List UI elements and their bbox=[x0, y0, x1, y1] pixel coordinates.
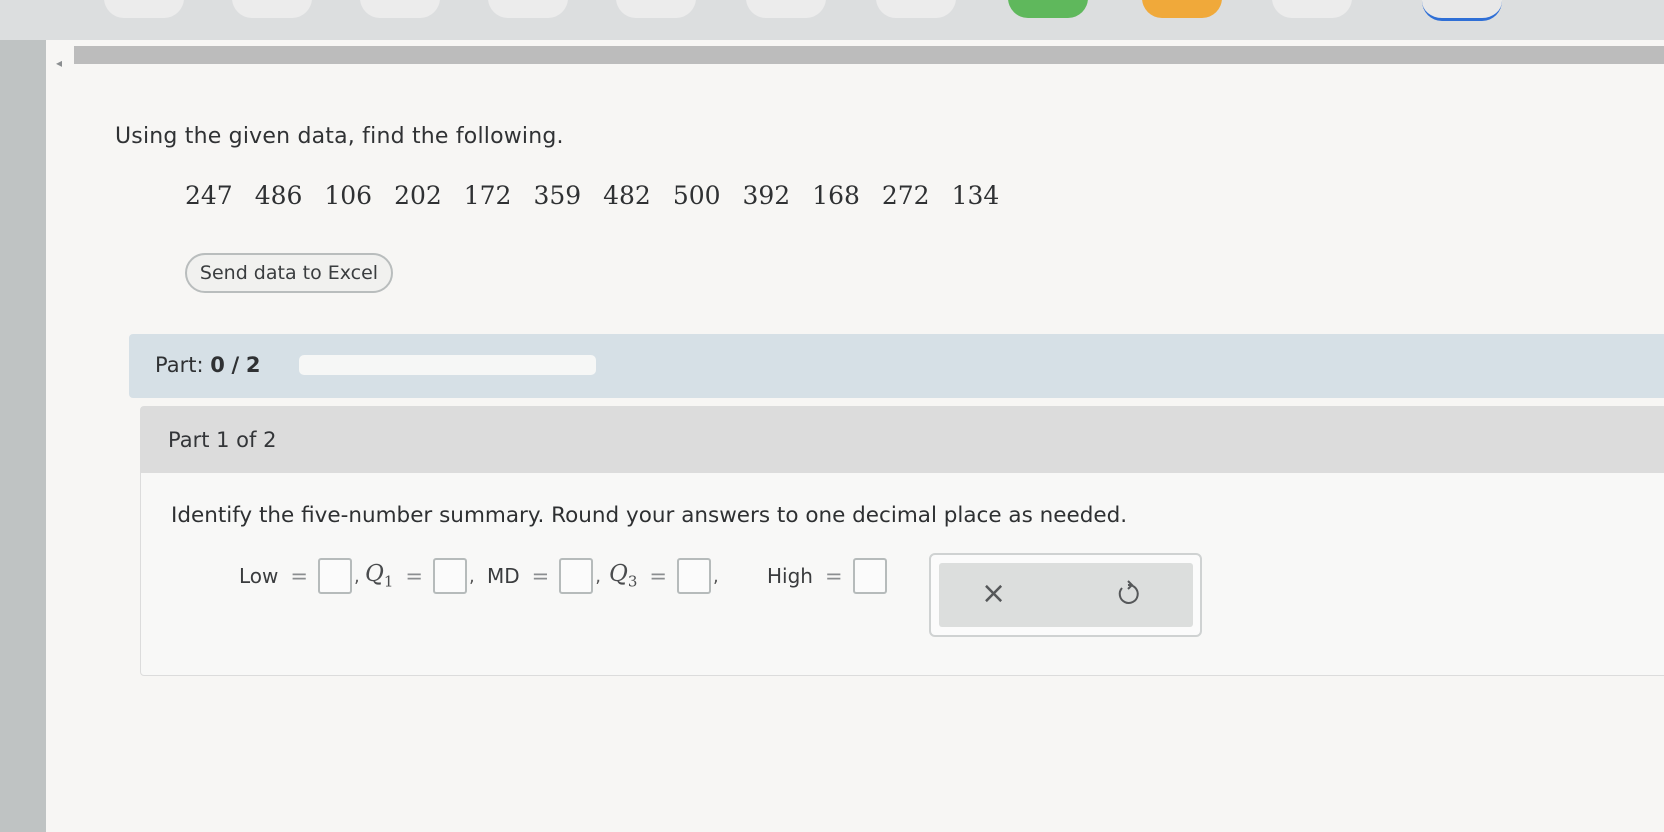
top-tab[interactable] bbox=[616, 0, 696, 18]
data-value: 202 bbox=[394, 181, 442, 210]
comma: , bbox=[713, 565, 719, 587]
progress-track bbox=[299, 355, 596, 375]
equals-sign: = bbox=[824, 564, 843, 588]
part-card: Part 1 of 2 Identify the five-number sum… bbox=[140, 406, 1664, 676]
q3-input[interactable] bbox=[677, 558, 712, 594]
comma: , bbox=[595, 565, 601, 587]
top-tab[interactable] bbox=[876, 0, 956, 18]
top-tab[interactable] bbox=[488, 0, 568, 18]
equals-sign: = bbox=[405, 564, 424, 588]
data-value: 482 bbox=[603, 181, 651, 210]
top-tab[interactable] bbox=[1272, 0, 1352, 18]
send-to-excel-button[interactable]: Send data to Excel bbox=[185, 253, 393, 293]
data-value: 272 bbox=[881, 181, 930, 210]
md-input[interactable] bbox=[559, 558, 594, 594]
high-equation: High = bbox=[767, 556, 887, 596]
low-input[interactable] bbox=[318, 558, 352, 594]
top-tab[interactable] bbox=[232, 0, 312, 18]
top-tab[interactable] bbox=[104, 0, 184, 18]
high-input[interactable] bbox=[852, 558, 887, 594]
equals-sign: = bbox=[649, 564, 668, 588]
top-tab-green[interactable] bbox=[1008, 0, 1088, 18]
part-progress-label: Part: 0 / 2 bbox=[155, 353, 261, 377]
q1-input[interactable] bbox=[433, 558, 468, 594]
data-values: 247 486 106 202 172 359 482 500 392 168 … bbox=[185, 181, 1021, 210]
equals-sign: = bbox=[531, 564, 550, 588]
md-label: MD bbox=[487, 564, 520, 588]
part-header-text: Part 1 of 2 bbox=[168, 428, 277, 452]
comma: , bbox=[354, 565, 360, 587]
top-gray-bar bbox=[74, 46, 1664, 64]
back-caret-icon[interactable]: ◂ bbox=[56, 56, 62, 70]
data-value: 486 bbox=[254, 181, 303, 210]
part-total: 2 bbox=[245, 353, 261, 377]
data-value: 168 bbox=[812, 181, 860, 210]
part-current: 0 bbox=[210, 353, 225, 377]
top-tab[interactable] bbox=[746, 0, 826, 18]
left-gutter bbox=[0, 40, 46, 832]
equals-sign: = bbox=[290, 564, 308, 588]
high-label: High bbox=[767, 564, 813, 588]
data-value: 106 bbox=[324, 181, 373, 210]
top-tab-orange[interactable] bbox=[1142, 0, 1222, 18]
top-tab[interactable] bbox=[360, 0, 440, 18]
data-value: 500 bbox=[672, 181, 721, 210]
page: ◂ Using the given data, find the followi… bbox=[46, 40, 1664, 832]
q3-label: Q3 bbox=[609, 561, 638, 591]
low-equation: Low = , bbox=[239, 556, 360, 596]
q1-label: Q1 bbox=[365, 561, 394, 591]
top-tab[interactable] bbox=[1422, 0, 1502, 21]
part-card-header: Part 1 of 2 bbox=[141, 407, 1664, 473]
action-panel: × bbox=[929, 553, 1202, 637]
q1-equation: Q1 = , bbox=[365, 556, 475, 596]
data-value: 134 bbox=[951, 181, 1000, 210]
part-prefix: Part: bbox=[155, 353, 204, 377]
data-value: 392 bbox=[742, 181, 791, 210]
part-progress-bar: Part: 0 / 2 bbox=[129, 334, 1664, 398]
instruction-text: Identify the five-number summary. Round … bbox=[171, 503, 1128, 528]
undo-icon[interactable] bbox=[1113, 579, 1143, 609]
question-text: Using the given data, find the following… bbox=[115, 124, 564, 149]
low-label: Low bbox=[239, 564, 279, 588]
data-value: 359 bbox=[533, 181, 582, 210]
md-equation: MD = , bbox=[487, 556, 601, 596]
q3-equation: Q3 = , bbox=[609, 556, 719, 596]
data-value: 172 bbox=[463, 181, 512, 210]
action-buttons: × bbox=[939, 563, 1193, 627]
browser-top-strip bbox=[0, 0, 1664, 40]
clear-button[interactable]: × bbox=[981, 577, 1006, 611]
comma: , bbox=[469, 565, 475, 587]
part-separator: / bbox=[231, 353, 240, 377]
data-value: 247 bbox=[185, 181, 233, 210]
